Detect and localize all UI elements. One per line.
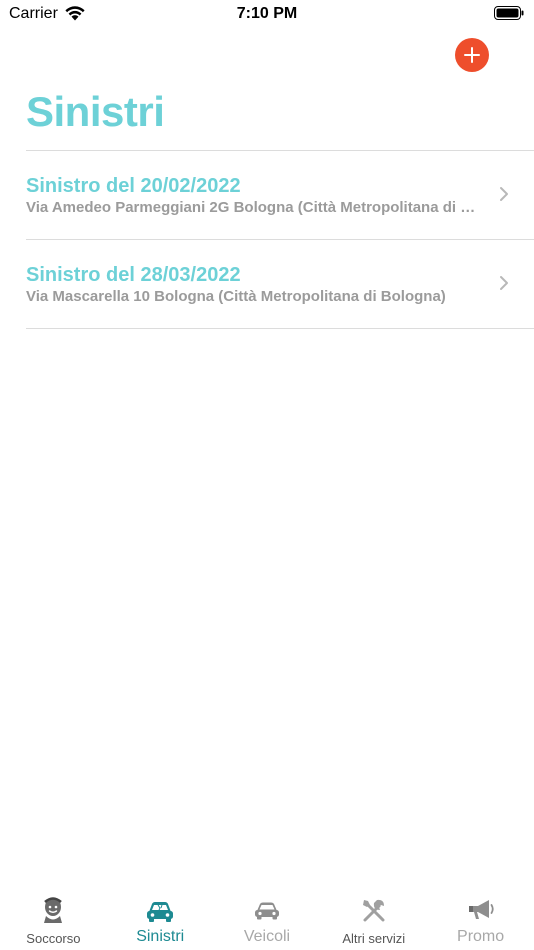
status-bar: Carrier 7:10 PM — [0, 0, 534, 30]
claim-address: Via Amedeo Parmeggiani 2G Bologna (Città… — [26, 199, 486, 216]
tab-label: Veicoli — [243, 928, 291, 945]
tab-label: Soccorso — [26, 931, 81, 946]
tools-icon — [362, 899, 385, 922]
tab-label: Promo — [457, 928, 505, 945]
clock: 7:10 PM — [236, 5, 298, 22]
plus-icon — [464, 47, 480, 63]
tab-promo[interactable]: Promo — [427, 890, 534, 950]
tab-soccorso[interactable]: Soccorso — [0, 890, 107, 950]
tab-label: Sinistri — [136, 928, 185, 945]
claim-list-item[interactable]: Sinistro del 28/03/2022 Via Mascarella 1… — [26, 240, 534, 329]
claim-title: Sinistro del 28/03/2022 — [26, 264, 241, 286]
chevron-right-icon — [500, 276, 508, 290]
crashed-car-icon — [147, 902, 174, 922]
tab-sinistri[interactable]: Sinistri — [107, 890, 214, 950]
claim-address: Via Mascarella 10 Bologna (Città Metropo… — [26, 288, 446, 305]
tab-label: Altri servizi — [342, 931, 406, 946]
page-title: Sinistri — [26, 88, 165, 135]
car-icon — [254, 902, 279, 920]
chevron-right-icon — [500, 187, 508, 201]
battery-icon — [494, 6, 524, 20]
tab-veicoli[interactable]: Veicoli — [214, 890, 321, 950]
mechanic-icon — [44, 897, 63, 923]
tab-bar: Soccorso Sinistri Veicoli Altri servizi … — [0, 890, 534, 950]
add-claim-button[interactable] — [455, 38, 489, 72]
tab-altri-servizi[interactable]: Altri servizi — [320, 890, 427, 950]
megaphone-icon — [468, 900, 494, 919]
claim-title: Sinistro del 20/02/2022 — [26, 175, 241, 197]
claims-list: Sinistro del 20/02/2022 Via Amedeo Parme… — [26, 150, 534, 329]
claim-list-item[interactable]: Sinistro del 20/02/2022 Via Amedeo Parme… — [26, 151, 534, 240]
